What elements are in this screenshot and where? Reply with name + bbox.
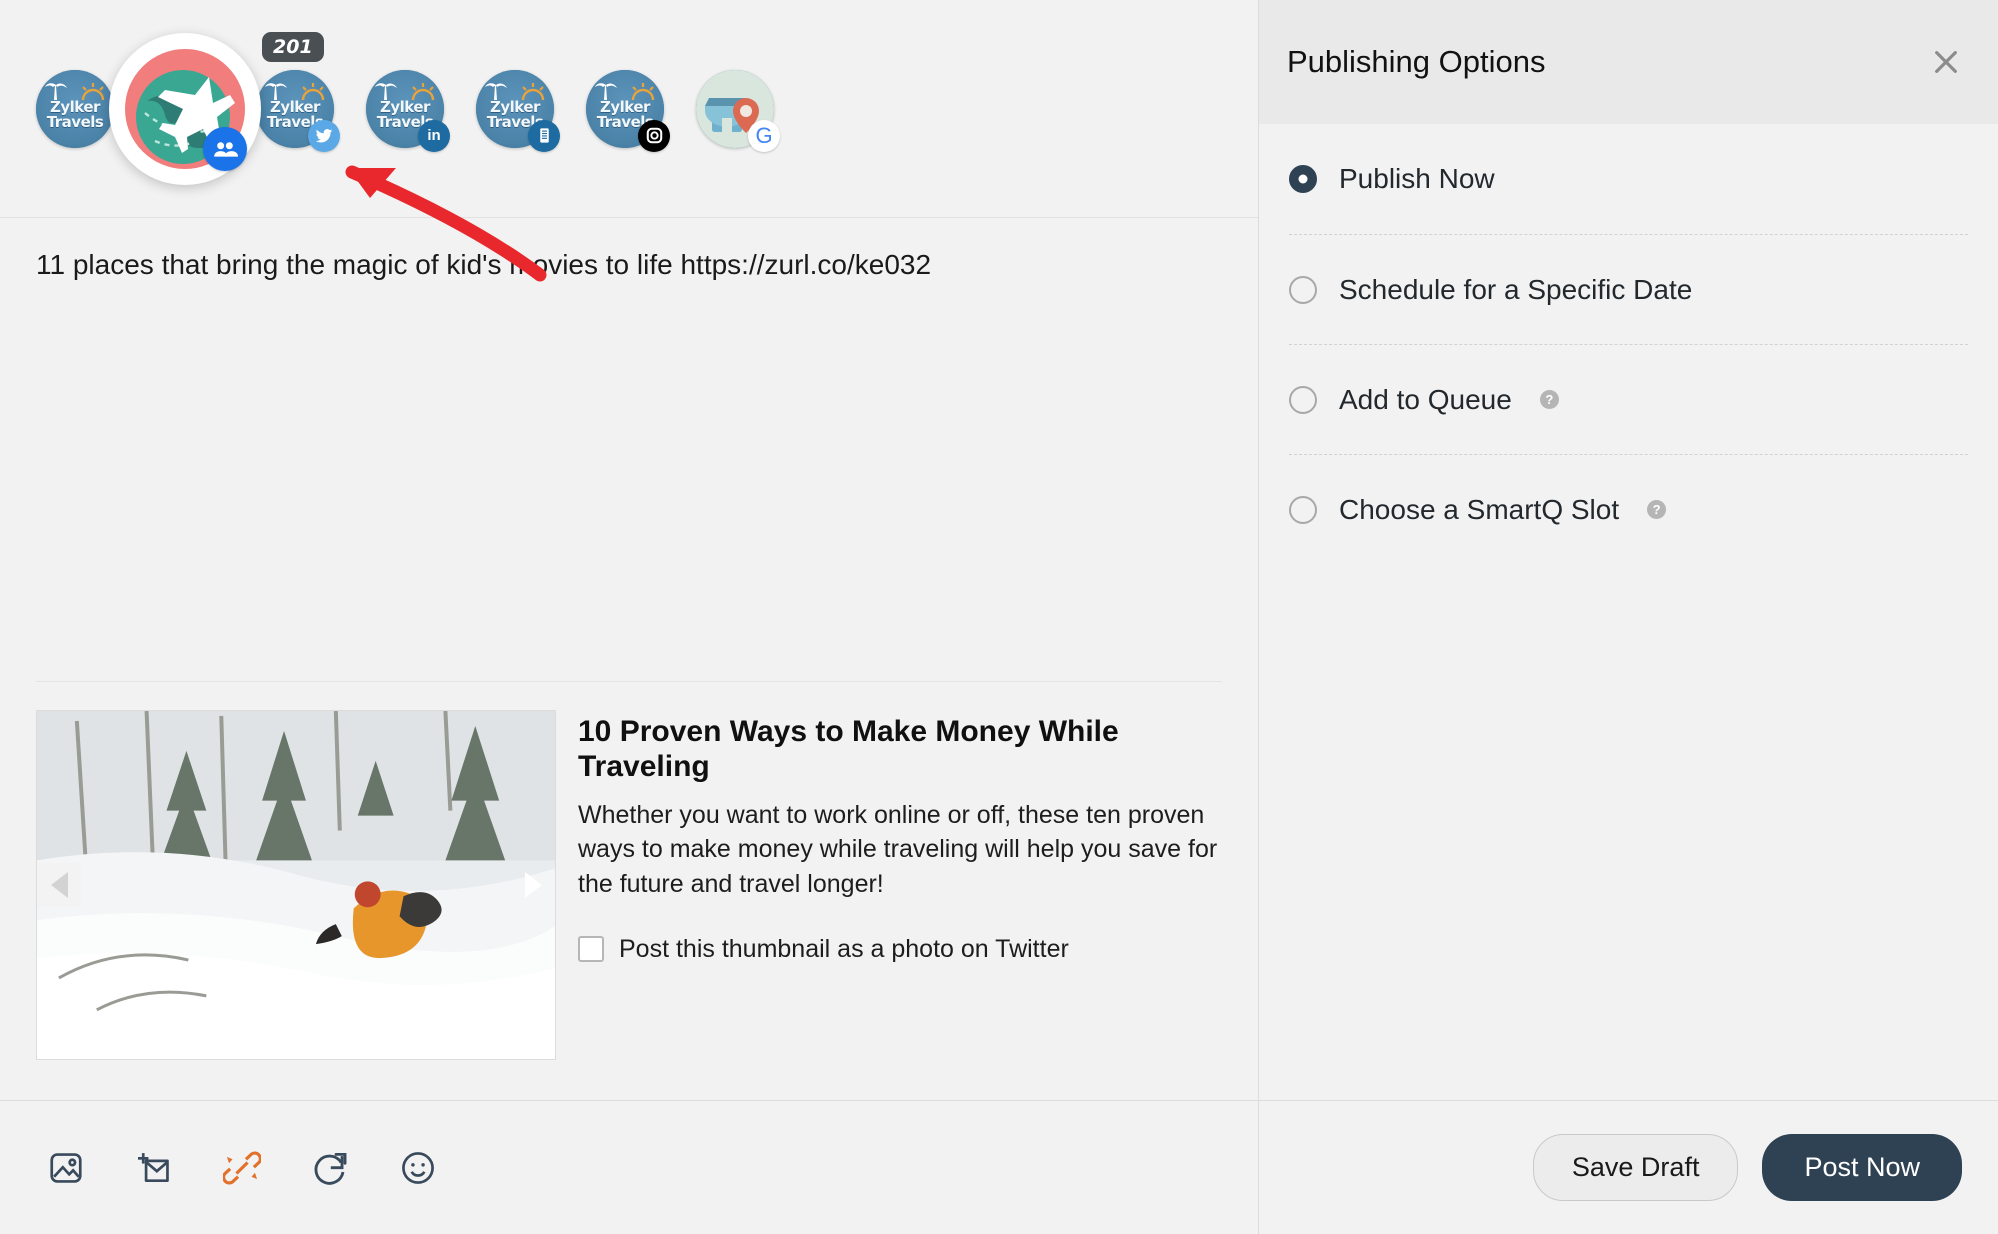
option-label: Choose a SmartQ Slot (1339, 494, 1619, 526)
radio-add-to-queue[interactable] (1289, 386, 1317, 414)
twitter-badge-icon (308, 120, 340, 152)
post-composer-window: ZylkerTravels (0, 0, 1998, 1234)
linkedin-badge-icon: in (418, 120, 450, 152)
help-icon[interactable]: ? (1647, 500, 1666, 519)
add-media-icon[interactable] (132, 1146, 176, 1190)
panel-title: Publishing Options (1287, 44, 1546, 80)
instagram-camera-icon (645, 126, 664, 145)
close-icon[interactable] (1924, 40, 1968, 84)
account-avatar-facebook-group-selected[interactable] (146, 70, 224, 148)
link-description: Whether you want to work online or off, … (578, 798, 1222, 901)
radio-schedule-specific-date[interactable] (1289, 276, 1317, 304)
link-thumbnail[interactable] (36, 710, 556, 1060)
composer-body-spacer (0, 284, 1258, 681)
option-publish-now[interactable]: Publish Now (1289, 124, 1968, 234)
logo-text: ZylkerTravels (36, 100, 114, 130)
option-schedule-specific-date[interactable]: Schedule for a Specific Date (1289, 234, 1968, 344)
publishing-options-panel: Publishing Options Publish Now Schedule … (1258, 0, 1998, 1234)
account-avatar-twitter[interactable]: 201 ZylkerT (256, 70, 334, 148)
character-count-badge: 201 (262, 32, 324, 62)
post-thumbnail-checkbox-row[interactable]: Post this thumbnail as a photo on Twitte… (578, 935, 1222, 964)
zylker-travels-logo: ZylkerTravels (36, 70, 114, 148)
account-avatar-google-my-business[interactable]: G (696, 70, 774, 148)
panel-spacer (1259, 564, 1998, 1100)
composer-toolbar (0, 1100, 1258, 1234)
twitter-bird-icon (315, 127, 333, 145)
google-badge-icon: G (748, 120, 780, 152)
link-title: 10 Proven Ways to Make Money While Trave… (578, 714, 1218, 784)
option-label: Schedule for a Specific Date (1339, 274, 1692, 306)
chevron-right-icon (525, 872, 542, 898)
post-text-editor[interactable]: 11 places that bring the magic of kid's … (0, 218, 1258, 284)
post-thumbnail-checkbox-label: Post this thumbnail as a photo on Twitte… (619, 935, 1069, 964)
thumbnail-prev-button[interactable] (37, 863, 81, 907)
snowboarder-photo (37, 711, 555, 1060)
account-selector-strip: ZylkerTravels (0, 0, 1258, 218)
option-label: Add to Queue (1339, 384, 1512, 416)
chevron-left-icon (51, 872, 68, 898)
building-icon (536, 127, 553, 144)
emoji-icon[interactable] (396, 1146, 440, 1190)
avatar (125, 49, 245, 169)
option-add-to-queue[interactable]: Add to Queue ? (1289, 344, 1968, 454)
link-icon[interactable] (220, 1146, 264, 1190)
help-icon[interactable]: ? (1540, 390, 1559, 409)
option-label: Publish Now (1339, 163, 1495, 195)
link-metadata: 10 Proven Ways to Make Money While Trave… (578, 710, 1222, 1060)
linkedin-page-badge-icon (528, 120, 560, 152)
account-avatar-linkedin-page[interactable]: ZylkerTravels (476, 70, 554, 148)
people-icon (212, 136, 238, 162)
facebook-group-badge-icon (203, 127, 247, 171)
post-now-button[interactable]: Post Now (1762, 1134, 1962, 1201)
composer-pane: ZylkerTravels (0, 0, 1258, 1234)
image-icon[interactable] (44, 1146, 88, 1190)
panel-header: Publishing Options (1259, 0, 1998, 124)
radio-publish-now[interactable] (1289, 165, 1317, 193)
account-avatar-facebook-page[interactable]: ZylkerTravels (36, 70, 114, 148)
account-avatar-linkedin[interactable]: ZylkerTravels in (366, 70, 444, 148)
panel-footer: Save Draft Post Now (1259, 1100, 1998, 1234)
save-draft-button[interactable]: Save Draft (1533, 1134, 1739, 1201)
account-avatar-instagram[interactable]: ZylkerTravels (586, 70, 664, 148)
repeat-icon[interactable] (308, 1146, 352, 1190)
avatar-magnifier (109, 33, 261, 185)
option-choose-smartq-slot[interactable]: Choose a SmartQ Slot ? (1289, 454, 1968, 564)
radio-choose-smartq-slot[interactable] (1289, 496, 1317, 524)
avatar: ZylkerTravels (36, 70, 114, 148)
link-preview-card: 10 Proven Ways to Make Money While Trave… (0, 682, 1258, 1100)
post-thumbnail-checkbox[interactable] (578, 936, 604, 962)
instagram-badge-icon (638, 120, 670, 152)
thumbnail-next-button[interactable] (511, 863, 555, 907)
publishing-options-list: Publish Now Schedule for a Specific Date… (1259, 124, 1998, 564)
